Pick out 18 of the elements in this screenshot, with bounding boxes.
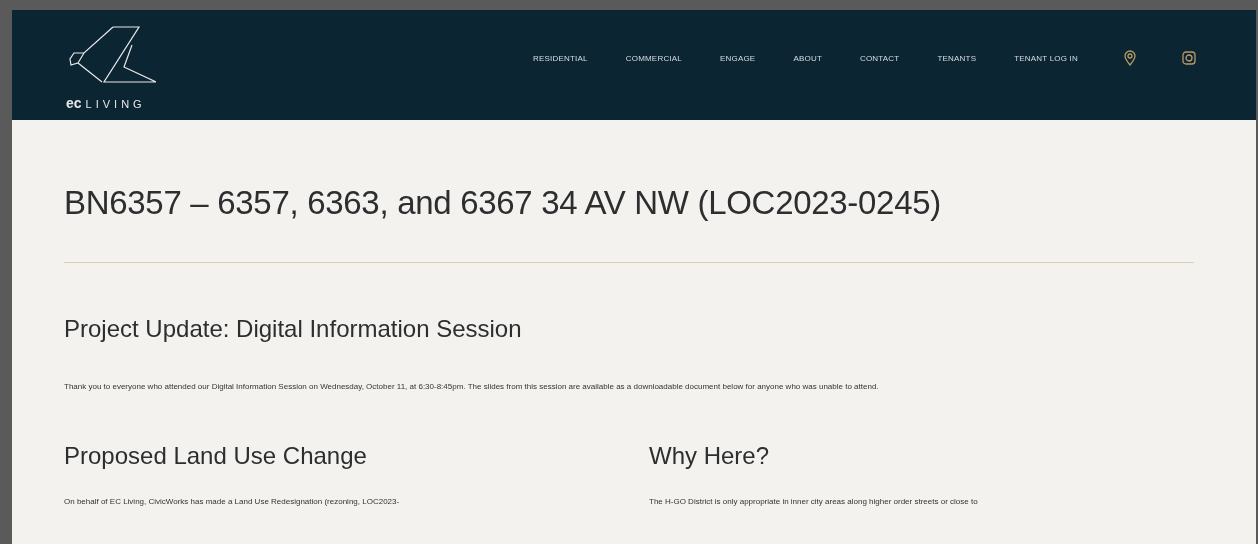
nav-link[interactable]: ABOUT [793,53,822,63]
logo-name-text: LIVING [85,98,146,110]
logo-brand-text: ec [66,95,82,111]
update-paragraph: Thank you to everyone who attended our Digital Information Session on Wednesday, October 11, at 6:30-8:45pm. The slides from this session are available as a downloadable document below for anyone who was unable to attend. [64,381,880,393]
section-paragraph: On behalf of EC Living, CivicWorks has made a Land Use Redesignation (rezoning, LOC2023- [64,496,401,508]
nav-link[interactable]: TENANTS [937,53,977,63]
nav-link[interactable]: CONTACT [859,53,900,63]
nav-link[interactable]: TENANT LOG IN [1014,53,1078,63]
section-heading: Why Here? [649,442,771,470]
section-heading: Proposed Land Use Change [64,442,368,470]
page-title: BN6357 – 6357, 6363, and 6367 34 AV NW (LOC2023-0245) [64,184,942,222]
section-heading: Project Update: Digital Information Session [64,315,523,343]
section-paragraph: The H-GO District is only appropriate in inner city areas along higher order streets or close to [649,496,979,508]
nav-link[interactable]: RESIDENTIAL [533,53,588,63]
nav-link[interactable]: ENGAGE [719,53,756,63]
map-pin-icon[interactable] [1124,50,1136,66]
nav-link[interactable]: COMMERCIAL [625,53,682,63]
instagram-icon[interactable] [1182,51,1196,65]
